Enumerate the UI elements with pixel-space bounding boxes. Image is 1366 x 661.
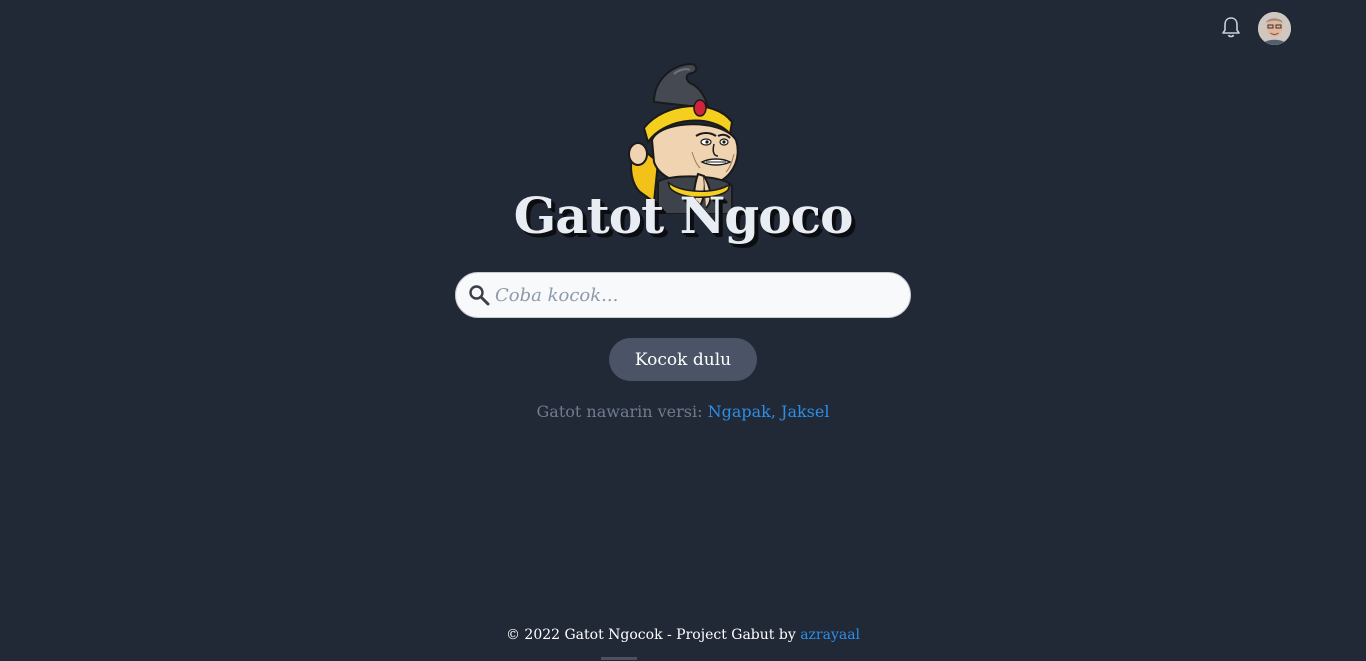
version-prefix: Gatot nawarin versi: (536, 402, 708, 421)
search-icon (468, 284, 490, 306)
page-title: Gatot Ngoco (513, 186, 854, 245)
avatar[interactable] (1258, 12, 1291, 45)
version-link-jaksel[interactable]: Jaksel (781, 402, 829, 421)
bell-icon[interactable] (1219, 15, 1243, 41)
footer: © 2022 Gatot Ngocok - Project Gabut by a… (0, 627, 1366, 643)
author-link[interactable]: azrayaal (800, 627, 860, 643)
footer-text: © 2022 Gatot Ngocok - Project Gabut by (505, 627, 801, 643)
search-input[interactable] (490, 283, 894, 307)
page: Gatot Ngoco Kocok dulu Gatot nawarin ver… (0, 0, 1366, 661)
search-bar[interactable] (455, 272, 911, 318)
shake-button[interactable]: Kocok dulu (609, 338, 757, 381)
version-selector: Gatot nawarin versi: Ngapak, Jaksel (0, 402, 1366, 421)
bottom-handle (601, 657, 637, 660)
version-link-ngapak[interactable]: Ngapak, (708, 402, 776, 421)
